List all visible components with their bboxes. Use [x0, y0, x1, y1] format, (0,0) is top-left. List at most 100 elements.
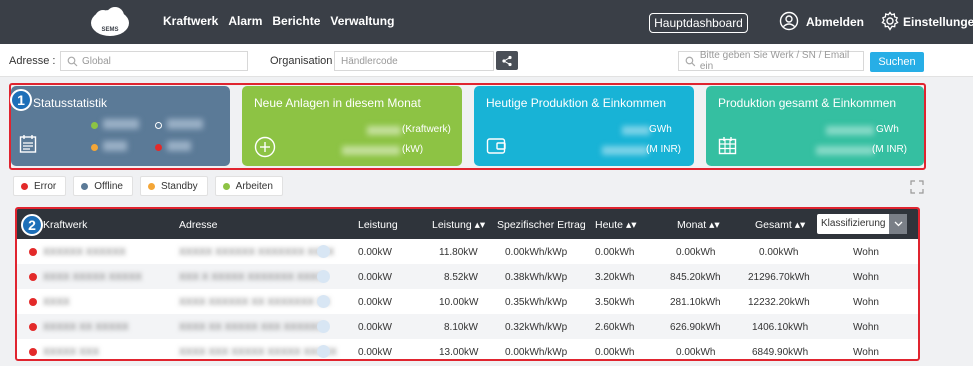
cell-leistung: 0.00kW [358, 322, 392, 333]
info-icon[interactable] [317, 270, 330, 283]
col-adresse[interactable]: Adresse [179, 219, 218, 231]
card-title: Heutige Produktion & Einkommen [486, 96, 667, 110]
info-icon[interactable] [317, 320, 330, 333]
total-production-card[interactable]: Produktion gesamt & Einkommen GWh (M INR… [706, 86, 924, 166]
offline-count-blurred [167, 119, 203, 129]
table-row[interactable]: XXXX XXXX XXXXXX XX XXXXXXX XX 0.00kW 10… [17, 289, 918, 314]
expand-icon[interactable] [910, 180, 924, 194]
cell-gesamt: 6849.90kWh [752, 347, 809, 358]
total-energy-blurred [826, 126, 874, 135]
today-production-card[interactable]: Heutige Produktion & Einkommen GWh (M IN… [474, 86, 694, 166]
col-monat[interactable]: Monat ▴▾ [677, 219, 720, 231]
info-icon[interactable] [317, 245, 330, 258]
legend-offline[interactable]: Offline [73, 176, 133, 196]
address-blurred: XXXXX XXXXXX XXXXXXX XXXX [179, 247, 335, 258]
plant-name-blurred[interactable]: XXXXXX XXXXXX [43, 247, 126, 258]
user-icon[interactable] [779, 11, 799, 31]
col-gesamt[interactable]: Gesamt ▴▾ [755, 219, 805, 231]
cell-typ: Wohn [853, 297, 879, 308]
cell-ertrag: 0.32kWh/kWp [505, 322, 568, 333]
col-leistung-sortable[interactable]: Leistung ▴▾ [432, 219, 485, 231]
search-icon [67, 56, 78, 66]
cell-leistung: 0.00kW [358, 247, 392, 258]
col-heute-label: Heute [595, 219, 624, 231]
address-blurred: XXXX XX XXXXX XXX XXXXXX [179, 322, 324, 333]
standby-count-blurred [103, 141, 127, 151]
cell-leistung2: 10.00kW [439, 297, 479, 308]
cell-leistung: 0.00kW [358, 272, 392, 283]
nav-kraftwerk[interactable]: Kraftwerk [163, 14, 218, 28]
table-row[interactable]: XXXXX XXX XXXX XXX XXXXX XXXXX XXXXX 0.0… [17, 339, 918, 359]
sems-logo[interactable]: SEMS [88, 6, 132, 40]
cell-monat: 281.10kWh [670, 297, 721, 308]
top-navigation-bar: SEMS Kraftwerk Alarm Berichte Verwaltung… [0, 0, 973, 44]
nav-berichte[interactable]: Berichte [272, 14, 320, 28]
gear-icon[interactable] [880, 11, 900, 31]
cell-ertrag: 0.35kWh/kWp [505, 297, 568, 308]
cell-gesamt: 1406.10kWh [752, 322, 809, 333]
today-income-blurred [602, 146, 648, 155]
classification-label: Klassifizierung [821, 218, 886, 229]
logout-link[interactable]: Abmelden [806, 15, 864, 29]
col-heute[interactable]: Heute ▴▾ [595, 219, 637, 231]
total-income-unit: (M INR) [872, 144, 907, 155]
cell-leistung: 0.00kW [358, 347, 392, 358]
table-header: Kraftwerk Adresse Leistung Leistung ▴▾ S… [17, 209, 918, 239]
sort-icon: ▴▾ [709, 219, 720, 231]
search-button[interactable]: Suchen [870, 52, 924, 72]
classification-select[interactable]: Klassifizierung [817, 214, 907, 234]
capacity-blurred [342, 146, 400, 155]
col-gesamt-label: Gesamt [755, 219, 792, 231]
hauptdashboard-button[interactable]: Hauptdashboard [649, 13, 748, 33]
filter-bar: Adresse : Global Organisation : Händlerc… [0, 44, 973, 77]
error-status-dot [29, 298, 37, 306]
col-kraftwerk[interactable]: Kraftwerk [43, 219, 87, 231]
plant-name-blurred[interactable]: XXXX XXXXX XXXXX [43, 272, 142, 283]
plant-search-input[interactable]: Bitte geben Sie Werk / SN / Email ein [678, 50, 864, 72]
cell-heute: 2.60kWh [595, 322, 635, 333]
plant-name-blurred[interactable]: XXXXX XXX [43, 347, 99, 358]
address-blurred: XXX X XXXXX XXXXXXX XXXX [179, 272, 324, 283]
address-input[interactable]: Global [60, 51, 248, 71]
organisation-label: Organisation : [270, 55, 339, 67]
plant-name-blurred[interactable]: XXXX [43, 297, 70, 308]
legend-label: Offline [94, 180, 123, 192]
cell-gesamt: 0.00kWh [759, 247, 799, 258]
organisation-input[interactable]: Händlercode [334, 51, 494, 71]
cell-ertrag: 0.00kWh/kWp [505, 347, 568, 358]
cell-typ: Wohn [853, 247, 879, 258]
table-row[interactable]: XXXXX XX XXXXX XXXX XX XXXXX XXX XXXXXX … [17, 314, 918, 339]
cell-typ: Wohn [853, 347, 879, 358]
error-status-dot [29, 248, 37, 256]
standby-dot [147, 182, 155, 190]
settings-link[interactable]: Einstellungen [903, 15, 973, 29]
cell-monat: 0.00kWh [676, 247, 716, 258]
address-blurred: XXXX XXX XXXXX XXXXX XXXXX [179, 347, 337, 358]
cell-monat: 845.20kWh [670, 272, 721, 283]
working-dot [91, 122, 98, 129]
nav-verwaltung[interactable]: Verwaltung [330, 14, 394, 28]
new-plants-card[interactable]: Neue Anlagen in diesem Monat (Kraftwerk)… [242, 86, 462, 166]
plant-name-blurred[interactable]: XXXXX XX XXXXX [43, 322, 129, 333]
cell-heute: 0.00kWh [595, 347, 635, 358]
table-row[interactable]: XXXXXX XXXXXX XXXXX XXXXXX XXXXXXX XXXX … [17, 239, 918, 264]
cell-leistung2: 13.00kW [439, 347, 479, 358]
col-leistung[interactable]: Leistung [358, 219, 398, 231]
cell-leistung2: 8.10kW [444, 322, 478, 333]
error-status-dot [29, 348, 37, 356]
logo-text: SEMS [101, 27, 118, 33]
legend-error[interactable]: Error [13, 176, 67, 196]
working-dot [222, 182, 230, 190]
table-row[interactable]: XXXX XXXXX XXXXX XXX X XXXXX XXXXXXX XXX… [17, 264, 918, 289]
share-button[interactable] [496, 51, 518, 70]
offline-dot [155, 122, 162, 129]
info-icon[interactable] [317, 295, 330, 308]
col-ertrag[interactable]: Spezifischer Ertrag [497, 219, 586, 231]
nav-alarm[interactable]: Alarm [228, 14, 262, 28]
address-blurred: XXXX XXXXXX XX XXXXXXX XX [179, 297, 331, 308]
address-value: Global [82, 55, 111, 67]
legend-standby[interactable]: Standby [139, 176, 208, 196]
legend-working[interactable]: Arbeiten [214, 176, 283, 196]
info-icon[interactable] [317, 345, 330, 358]
status-statistics-card[interactable]: Statusstatistik [11, 86, 230, 166]
